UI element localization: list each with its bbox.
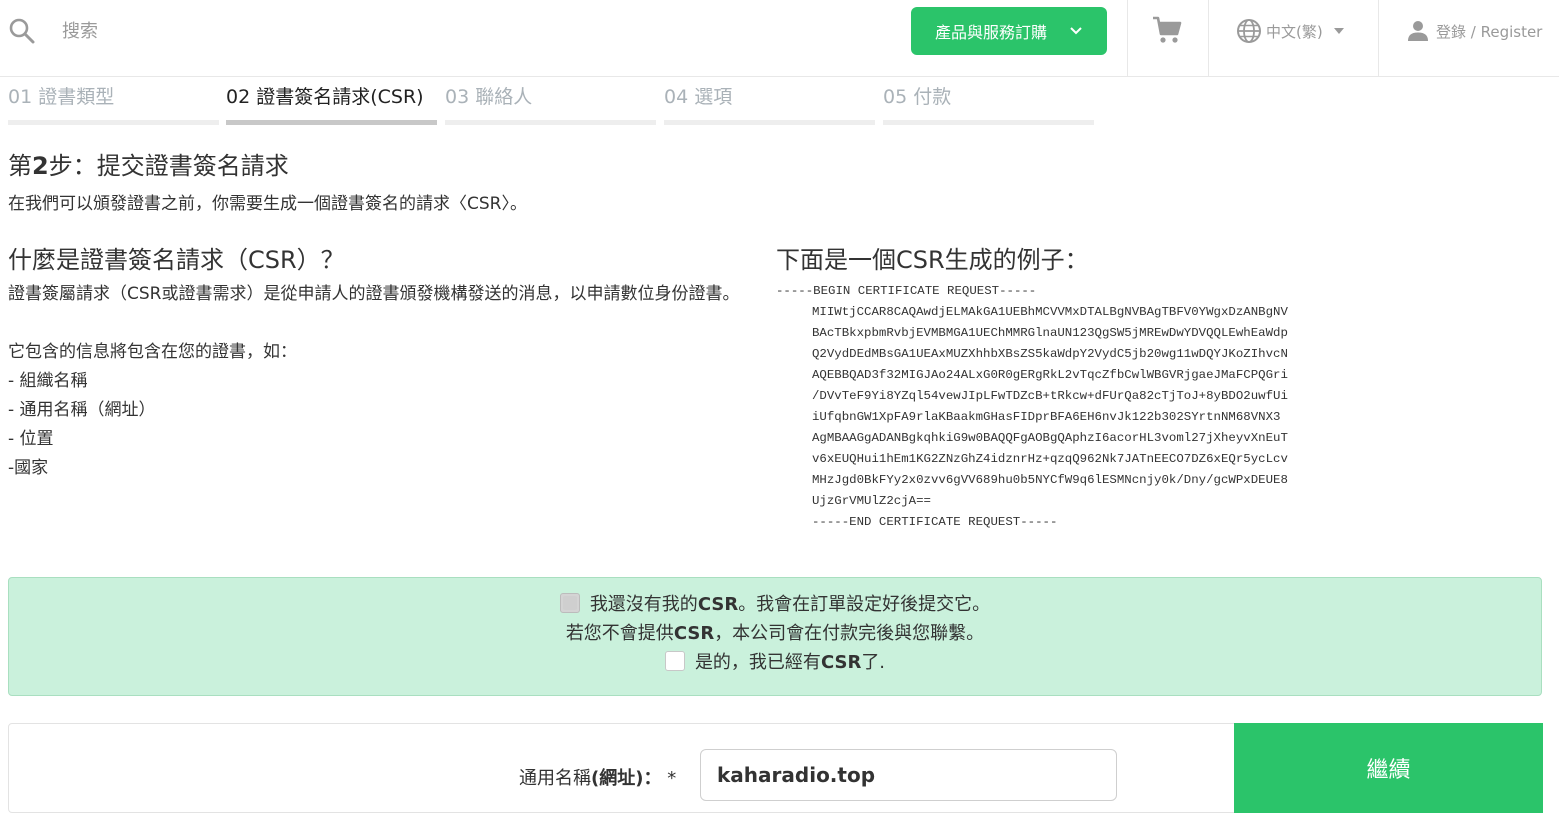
step-number: 02: [226, 86, 251, 108]
header-divider: [1378, 0, 1379, 76]
csr-begin-line: -----BEGIN CERTIFICATE REQUEST-----: [776, 284, 1037, 298]
csr-description: 證書簽屬請求（CSR或證書需求）是從申請人的證書頒發機構發送的消息，以申請數位身…: [8, 284, 740, 304]
step-progress-bar: [883, 120, 1094, 125]
csr-line: AgMBAAGgADANBgkqhkiG9w0BAQQFgAOBgQAphzI6…: [812, 431, 1288, 445]
list-item: - 組織名稱: [8, 371, 88, 391]
csr-end-line: -----END CERTIFICATE REQUEST-----: [812, 515, 1058, 529]
csr-line: MHzJgd0BkFYy2x0zvv6gVV689hu0b5NYCfW9q6lE…: [812, 473, 1288, 487]
step-number: 03: [445, 86, 470, 108]
step-progress-bar: [8, 120, 219, 125]
search-icon[interactable]: [8, 17, 36, 45]
page-title: 第2步：提交證書簽名請求: [8, 152, 289, 180]
csr-contents-intro: 它包含的信息將包含在您的證書，如：: [8, 342, 297, 362]
no-csr-option[interactable]: 我還沒有我的CSR。我會在訂單設定好後提交它。: [9, 590, 1541, 619]
step-number: 05: [883, 86, 908, 108]
contact-after-payment-note: 若您不會提供CSR，本公司會在付款完後與您聯繫。: [565, 623, 985, 644]
have-csr-checkbox[interactable]: [664, 651, 685, 671]
csr-line: iUfqbnGW1XpFA9rlaKBaakmGHasFIDprBFA6EH6n…: [812, 410, 1281, 424]
step-progress-bar: [664, 120, 875, 125]
what-is-csr-heading: 什麼是證書簽名請求（CSR）？: [8, 246, 345, 274]
step-number: 04: [664, 86, 689, 108]
login-label: 登錄 / Register: [1436, 22, 1543, 41]
csr-example-block: -----BEGIN CERTIFICATE REQUEST----- MIIW…: [776, 281, 1288, 533]
list-item: - 通用名稱（網址）: [8, 400, 156, 420]
csr-line: AQEBBQAD3f32MIGJAo24ALxG0R0gERgRkL2vTqcZ…: [812, 368, 1288, 382]
common-name-label: 通用名稱(網址)： *: [519, 768, 677, 789]
csr-option-panel: 我還沒有我的CSR。我會在訂單設定好後提交它。 若您不會提供CSR，本公司會在付…: [8, 577, 1542, 696]
products-services-button[interactable]: 產品與服務訂購: [911, 7, 1107, 55]
no-csr-checkbox[interactable]: [559, 593, 580, 613]
step-progress-bar: [226, 120, 437, 125]
chevron-down-icon: [1070, 27, 1082, 35]
products-services-label: 產品與服務訂購: [934, 23, 1047, 42]
step-label: 證書簽名請求(CSR): [256, 86, 424, 108]
user-icon: [1408, 21, 1428, 41]
globe-icon: [1237, 19, 1261, 43]
have-csr-option[interactable]: 是的，我已經有CSR了.: [9, 648, 1541, 677]
csr-line: MIIWtjCCAR8CAQAwdjELMAkGA1UEBhMCVVMxDTAL…: [812, 305, 1288, 319]
top-bar: 產品與服務訂購 中文(繁) 登錄 / Register: [0, 0, 1559, 77]
step-label: 聯絡人: [475, 86, 533, 108]
step-label: 證書類型: [38, 86, 115, 108]
common-name-input[interactable]: [700, 749, 1117, 801]
language-selector[interactable]: 中文(繁): [1236, 17, 1345, 45]
step-4-options[interactable]: 04 選項: [664, 84, 875, 125]
step-label: 選項: [694, 86, 733, 108]
step-5-payment[interactable]: 05 付款: [883, 84, 1094, 125]
step-1-certificate-type[interactable]: 01 證書類型: [8, 84, 219, 125]
caret-down-icon: [1333, 28, 1344, 34]
step-number: 01: [8, 86, 33, 108]
csr-line: /DVvTeF9Yi8YZql54vewJIpLFwTDZcB+tRkcw+dF…: [812, 389, 1288, 403]
list-item: -國家: [8, 458, 49, 478]
header-divider: [1208, 0, 1209, 76]
what-is-csr-body: 證書簽屬請求（CSR或證書需求）是從申請人的證書頒發機構發送的消息，以申請數位身…: [8, 280, 758, 483]
page-subtitle: 在我們可以頒發證書之前，你需要生成一個證書簽名的請求〈CSR〉。: [8, 194, 527, 214]
csr-line: Q2VydDEdMBsGA1UEAxMUZXhhbXBsZS5kaWdpY2Vy…: [812, 347, 1288, 361]
header-divider: [1127, 0, 1128, 76]
csr-example-heading: 下面是一個CSR生成的例子：: [776, 246, 1089, 274]
step-3-contacts[interactable]: 03 聯絡人: [445, 84, 656, 125]
step-2-csr[interactable]: 02 證書簽名請求(CSR): [226, 84, 437, 125]
csr-line: BAcTBkxpbmRvbjEVMBMGA1UEChMMRGlnaUN123Qg…: [812, 326, 1288, 340]
search-input[interactable]: [60, 12, 664, 50]
language-label: 中文(繁): [1266, 22, 1323, 41]
csr-line: v6xEUQHui1hEm1KG2ZNzGhZ4idznrHz+qzqQ962N…: [812, 452, 1288, 466]
csr-line: UjzGrVMUlZ2cjA==: [812, 494, 931, 508]
cart-icon[interactable]: [1151, 15, 1183, 45]
login-register-link[interactable]: 登錄 / Register: [1406, 17, 1542, 45]
step-progress-bar: [445, 120, 656, 125]
list-item: - 位置: [8, 429, 54, 449]
step-label: 付款: [913, 86, 952, 108]
